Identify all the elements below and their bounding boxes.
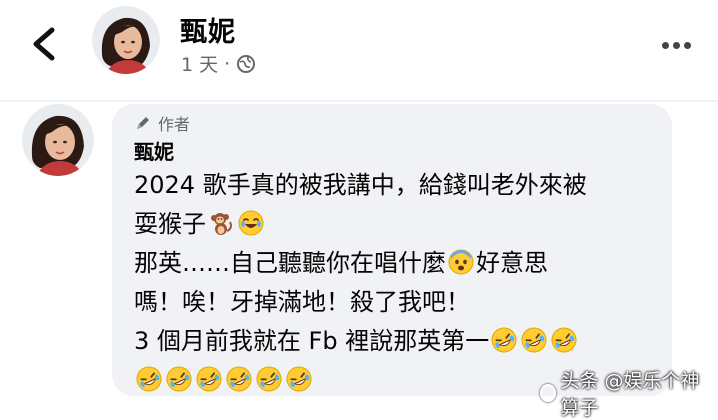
rofl-emoji — [166, 365, 192, 392]
divider — [0, 100, 718, 102]
monkey-emoji — [208, 209, 234, 235]
watermark-logo-icon — [540, 384, 557, 402]
rofl-emoji — [256, 365, 282, 392]
author-badge-label: 作者 — [158, 115, 191, 134]
back-chevron-icon[interactable] — [30, 26, 58, 62]
meta-separator: · — [224, 52, 231, 75]
comment-line: 嗎！唉！牙掉滿地！殺了我吧！ — [134, 283, 587, 322]
post-time[interactable]: 1 天 — [181, 50, 218, 77]
comment-text-segment: 好意思 — [476, 249, 548, 277]
rofl-emoji — [491, 326, 517, 353]
comment-line: 2024 歌手真的被我講中，給錢叫老外來被 — [134, 166, 587, 205]
comment-text-segment: 2024 歌手真的被我講中，給錢叫老外來被 — [134, 171, 587, 199]
post-header: 甄妮 1 天 · — [0, 0, 718, 100]
rofl-emoji — [196, 365, 222, 392]
comment-line — [134, 361, 587, 400]
comment-text-segment: 嗎！唉！牙掉滿地！殺了我吧！ — [134, 288, 470, 316]
pen-icon — [137, 117, 149, 129]
comment-text-segment: 那英……自己聽聽你在唱什麼 — [134, 249, 446, 277]
commenter-name[interactable]: 甄妮 — [134, 136, 174, 165]
comment-text: 2024 歌手真的被我講中，給錢叫老外來被 耍猴子那英……自己聽聽你在唱什麼 好意思… — [134, 166, 587, 400]
joy-emoji — [238, 209, 264, 236]
watermark-text: 头条 @娱乐个神算子 — [560, 370, 700, 419]
comment-text-segment: 耍猴子 — [134, 210, 206, 238]
poster-avatar[interactable] — [92, 6, 160, 74]
comment-text-segment: 3 個月前我就在 Fb 裡說那英第一 — [134, 327, 490, 355]
globe-icon — [237, 54, 256, 73]
rofl-emoji — [521, 326, 547, 353]
author-badge: 作者 — [134, 111, 190, 135]
rofl-emoji — [226, 365, 252, 392]
rofl-emoji — [551, 326, 577, 353]
watermark: 头条 @娱乐个神算子 — [540, 366, 718, 420]
comment-line: 那英……自己聽聽你在唱什麼 好意思 — [134, 244, 587, 283]
rofl-emoji — [136, 365, 162, 392]
comment-line: 3 個月前我就在 Fb 裡說那英第一 — [134, 322, 587, 361]
post-meta: 1 天 · — [181, 50, 256, 77]
rofl-emoji — [286, 365, 312, 392]
more-options-icon[interactable] — [662, 34, 695, 53]
comment-line: 耍猴子 — [134, 205, 587, 244]
commenter-avatar[interactable] — [22, 104, 94, 176]
poster-name[interactable]: 甄妮 — [180, 10, 236, 49]
fearful-emoji — [448, 248, 474, 275]
